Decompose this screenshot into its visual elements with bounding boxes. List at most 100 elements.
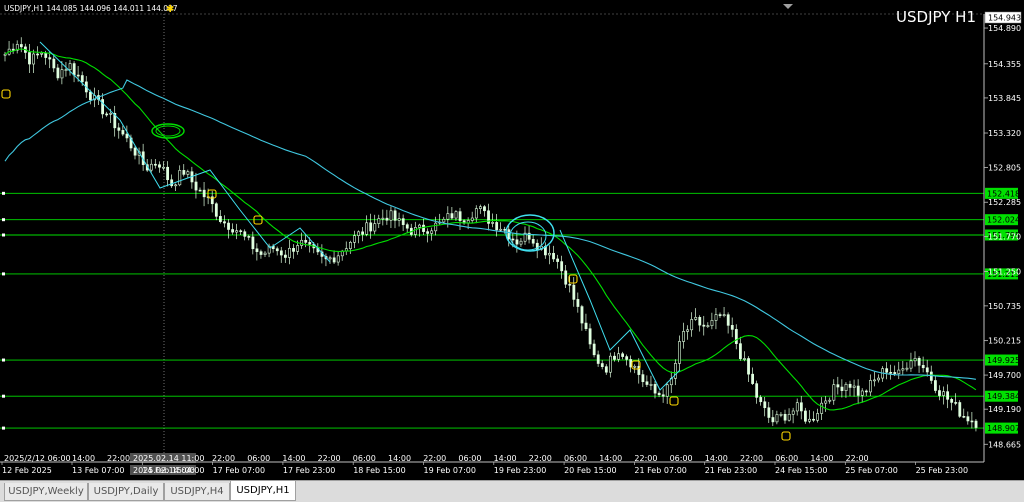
time-tick-label-upper: 06:00 [353, 454, 376, 463]
candle-body [377, 218, 381, 224]
candle-body [873, 379, 876, 382]
candle-body [560, 261, 564, 272]
price-tick-label: 150.735 [988, 302, 1021, 311]
level-price-label: 149.925 [987, 356, 1020, 365]
candle-body [519, 240, 523, 245]
candle-body [80, 75, 84, 83]
candle-body [604, 366, 608, 373]
candle-body [897, 369, 901, 374]
time-tick-label-lower: 25 Feb 23:00 [916, 466, 968, 475]
candle-body [154, 163, 157, 166]
candle-body [198, 189, 202, 192]
candle-body [739, 343, 742, 359]
candle-body [617, 353, 620, 360]
candle-body [227, 222, 230, 230]
candle-body [353, 235, 356, 243]
candle-body [361, 231, 365, 235]
candle-body [678, 341, 681, 364]
candle-body [458, 211, 462, 221]
price-tick-label: 149.700 [988, 371, 1021, 380]
candle-body [621, 353, 625, 357]
candle-body [263, 252, 267, 255]
candle-body [946, 391, 950, 400]
time-tick-label-lower: 21 Feb 07:00 [634, 466, 686, 475]
candle-body [755, 383, 759, 398]
candle-body [864, 390, 868, 393]
candle-body [105, 113, 109, 116]
candle-body [665, 384, 669, 397]
level-anchor [2, 426, 5, 430]
candle-body [349, 242, 352, 249]
candle-body [275, 248, 279, 252]
candle-body [178, 170, 182, 186]
candle-body [223, 221, 226, 224]
candle-body [743, 358, 746, 360]
time-tick-label-upper: 22:00 [740, 454, 763, 463]
candle-body [32, 53, 35, 65]
candle-body [121, 130, 125, 135]
candle-body [580, 306, 584, 324]
candle-body [381, 217, 385, 220]
tab-usdjpy-h4[interactable]: USDJPY,H4 [164, 483, 230, 501]
tab-usdjpy-daily[interactable]: USDJPY,Daily [88, 483, 164, 501]
tab-usdjpy-weekly[interactable]: USDJPY,Weekly [4, 483, 88, 501]
level-price-label: 149.384 [987, 392, 1020, 401]
candle-body [657, 392, 661, 396]
candle-body [308, 242, 312, 245]
chart-tab-bar: USDJPY,Weekly USDJPY,Daily USDJPY,H4 USD… [0, 480, 1024, 502]
candle-body [812, 418, 815, 421]
candle-body [710, 320, 714, 326]
candle-body [734, 329, 738, 344]
candle-body [787, 413, 791, 421]
one-click-trading-icon[interactable]: ✱ [166, 4, 174, 15]
candle-body [288, 248, 291, 258]
candle-body [279, 250, 283, 256]
tab-usdjpy-h1[interactable]: USDJPY,H1 [230, 481, 296, 501]
candle-body [219, 216, 222, 222]
candle-body [954, 402, 958, 404]
candle-body [109, 112, 113, 115]
level-anchor [2, 358, 5, 362]
candle-body [89, 91, 92, 101]
candle-body [698, 317, 702, 326]
level-anchor [2, 191, 5, 195]
price-tick-label: 154.355 [988, 60, 1021, 69]
candle-body [832, 384, 836, 401]
candle-body [901, 368, 905, 371]
candle-body [414, 227, 417, 235]
candle-body [661, 394, 665, 397]
price-chart[interactable]: 152.418152.024151.795151.213149.925149.3… [0, 0, 1024, 480]
candle-body [588, 328, 592, 345]
candle-body [259, 251, 263, 255]
candle-body [19, 44, 23, 48]
time-tick-label-upper: 14:00 [282, 454, 305, 463]
candle-body [40, 52, 44, 55]
candle-body [149, 163, 153, 171]
candle-body [921, 365, 925, 369]
candle-body [56, 67, 60, 79]
candle-body [166, 166, 170, 181]
candle-body [336, 255, 340, 263]
candle-body [730, 325, 734, 330]
time-tick-label-upper: 14:00 [599, 454, 622, 463]
time-tick-label-upper: 06:00 [775, 454, 798, 463]
chart-window[interactable]: 152.418 152.024 151.795 151.213 149.925 149.3… [0, 0, 1024, 502]
candle-body [170, 179, 174, 187]
time-tick-label-upper: 22:00 [529, 454, 552, 463]
candle-body [556, 258, 560, 262]
candle-body [450, 213, 454, 219]
candle-body [641, 374, 645, 383]
candle-body [243, 231, 247, 237]
candle-body [251, 236, 255, 250]
candle-body [231, 229, 235, 233]
candle-body [48, 57, 52, 60]
time-tick-label-upper: 2025/2/12 06:00 [4, 454, 71, 463]
candle-body [422, 224, 425, 232]
symbol-info: USDJPY,H1 144.085 144.096 144.011 144.03… [4, 4, 178, 13]
time-tick-label-upper: 22:00 [423, 454, 446, 463]
time-tick-label-upper: 14:00 [810, 454, 833, 463]
svg-text:✱: ✱ [166, 4, 174, 15]
candle-body [592, 343, 596, 356]
candle-body [474, 208, 478, 219]
candle-body [767, 407, 771, 418]
